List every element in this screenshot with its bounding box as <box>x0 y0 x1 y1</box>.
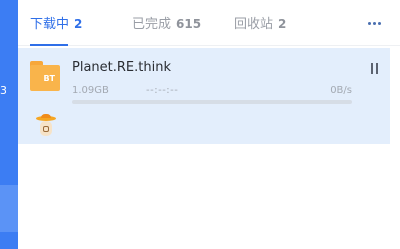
more-horizontal-icon[interactable] <box>366 14 384 32</box>
task-file-name: Planet.RE.think <box>72 60 171 75</box>
pause-icon[interactable] <box>369 63 381 75</box>
tab-count: 615 <box>176 17 202 31</box>
active-tab-indicator <box>30 44 68 46</box>
tab-downloading[interactable]: 下载中 2 <box>30 16 82 33</box>
task-progress-bar <box>72 100 352 104</box>
download-list-panel: 下载中 2 已完成 615 回收站 2 BT Planet.RE.think 1… <box>18 0 400 249</box>
task-download-speed: 0B/s <box>330 85 352 96</box>
tab-label: 下载中 <box>30 17 70 32</box>
download-task-row[interactable]: BT Planet.RE.think 1.09GB --:--:-- 0B/s <box>18 48 390 144</box>
user-avatar-icon[interactable] <box>35 114 57 138</box>
sidebar-badge-count: 3 <box>0 84 6 97</box>
bt-folder-icon: BT <box>30 61 60 91</box>
tab-bar: 下载中 2 已完成 615 回收站 2 <box>18 0 400 46</box>
file-type-badge: BT <box>43 74 55 83</box>
sidebar-segment <box>0 232 18 249</box>
task-remaining-time: --:--:-- <box>146 85 179 96</box>
tab-label: 回收站 <box>234 17 274 32</box>
sidebar-item-selected[interactable] <box>0 185 18 232</box>
tab-completed[interactable]: 已完成 615 <box>132 16 201 33</box>
tab-count: 2 <box>74 17 83 31</box>
tab-recycle-bin[interactable]: 回收站 2 <box>234 16 286 33</box>
tab-count: 2 <box>278 17 287 31</box>
task-file-size: 1.09GB <box>72 85 109 96</box>
sidebar-edge: 3 <box>0 0 18 249</box>
download-manager-window: 3 下载中 2 已完成 615 回收站 2 BT Planet.RE.think… <box>0 0 400 249</box>
tab-label: 已完成 <box>132 17 172 32</box>
